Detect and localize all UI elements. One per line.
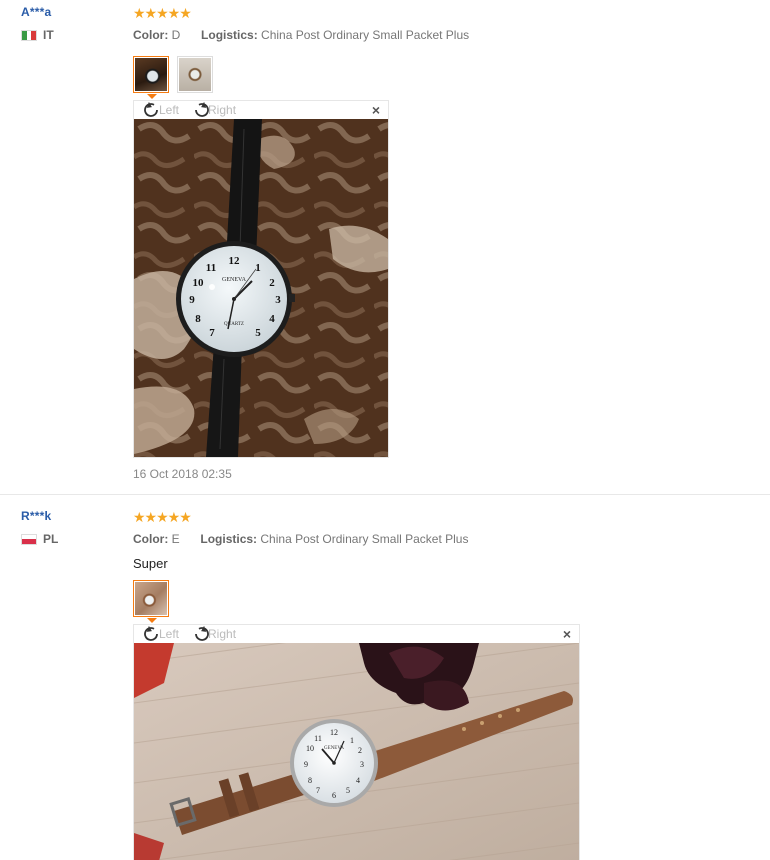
review-item: A***a IT ★★★★★ Color: D Logistics: China…	[0, 0, 770, 494]
svg-text:12: 12	[229, 255, 241, 267]
image-viewer: Left Right ×	[133, 624, 580, 860]
svg-text:11: 11	[206, 262, 216, 274]
flag-italy-icon	[21, 29, 37, 41]
star-rating: ★★★★★	[133, 5, 192, 21]
svg-text:9: 9	[304, 760, 308, 769]
review-thumbnails	[133, 580, 770, 623]
logistics-label: Logistics:	[201, 28, 258, 42]
rotate-left-button[interactable]: Left	[142, 625, 179, 643]
rotate-right-label: Right	[208, 627, 237, 641]
color-value: E	[171, 532, 180, 546]
review-thumbnail[interactable]	[133, 56, 169, 99]
country-code: IT	[43, 28, 54, 42]
flag-poland-icon	[21, 533, 37, 545]
rotate-left-label: Left	[159, 103, 180, 117]
rotate-right-button[interactable]: Right	[191, 625, 236, 643]
svg-text:11: 11	[314, 734, 322, 743]
review-body: ★★★★★ Color: D Logistics: China Post Ord…	[133, 5, 770, 481]
svg-text:2: 2	[358, 746, 362, 755]
svg-text:4: 4	[356, 776, 360, 785]
viewer-toolbar: Left Right ×	[134, 101, 388, 119]
svg-text:7: 7	[209, 327, 215, 339]
order-info: Color: D Logistics: China Post Ordinary …	[133, 28, 770, 42]
color-label: Color:	[133, 28, 169, 42]
svg-text:8: 8	[195, 313, 201, 325]
review-thumbnail[interactable]	[177, 56, 213, 93]
order-info: Color: E Logistics: China Post Ordinary …	[133, 532, 770, 546]
color-value: D	[171, 28, 181, 42]
close-viewer-button[interactable]: ×	[563, 626, 571, 642]
rotate-right-button[interactable]: Right	[191, 101, 236, 119]
svg-text:3: 3	[275, 294, 281, 306]
star-rating: ★★★★★	[133, 509, 192, 525]
viewer-toolbar: Left Right ×	[134, 625, 579, 643]
logistics-label: Logistics:	[200, 532, 258, 546]
svg-text:7: 7	[316, 786, 320, 795]
svg-text:1: 1	[255, 262, 261, 274]
review-text: Super	[133, 556, 168, 571]
reviewer-name[interactable]: A***a	[21, 5, 54, 19]
svg-text:6: 6	[332, 791, 336, 800]
reviewer-info: R***k PL	[21, 509, 58, 546]
reviewer-country: PL	[21, 532, 58, 546]
svg-text:2: 2	[269, 277, 275, 289]
color-label: Color:	[133, 532, 169, 546]
svg-text:1: 1	[350, 736, 354, 745]
svg-text:8: 8	[308, 776, 312, 785]
review-thumbnails	[133, 56, 770, 99]
svg-text:5: 5	[346, 786, 350, 795]
review-photo[interactable]: 12 1 2 3 4 5 7 8 9 10 11 GENEVA QUARTZ	[134, 119, 388, 457]
review-date: 16 Oct 2018 02:35	[133, 467, 232, 481]
close-viewer-button[interactable]: ×	[372, 102, 380, 118]
logistics-value: China Post Ordinary Small Packet Plus	[260, 532, 469, 546]
review-body: ★★★★★ Color: E Logistics: China Post Ord…	[133, 509, 770, 860]
watch-quartz-text: QUARTZ	[224, 322, 244, 327]
svg-text:10: 10	[306, 744, 314, 753]
watch-brand-text: GENEVA	[222, 277, 247, 283]
svg-text:12: 12	[330, 728, 338, 737]
image-viewer: Left Right ×	[133, 100, 389, 458]
reviewer-country: IT	[21, 28, 54, 42]
country-code: PL	[43, 532, 59, 546]
logistics-value: China Post Ordinary Small Packet Plus	[261, 28, 470, 42]
watch-photo-illustration: 12 1 2 3 4 5 7 8 9 10 11 GENEVA QUARTZ	[134, 119, 388, 457]
review-photo[interactable]: 12 3 6 9 1245 7 8 10 11 GENEVA	[134, 643, 579, 860]
rotate-left-button[interactable]: Left	[142, 101, 179, 119]
svg-text:4: 4	[269, 313, 275, 325]
reviewer-name[interactable]: R***k	[21, 509, 58, 523]
rotate-left-label: Left	[159, 627, 180, 641]
svg-text:3: 3	[360, 760, 364, 769]
review-thumbnail[interactable]	[133, 580, 169, 623]
review-item: R***k PL ★★★★★ Color: E Logistics: China…	[0, 494, 770, 860]
reviewer-info: A***a IT	[21, 5, 54, 42]
svg-text:9: 9	[189, 294, 195, 306]
watch-photo-illustration: 12369 1245 781011 GENEVA	[134, 643, 579, 860]
rotate-right-label: Right	[208, 103, 237, 117]
svg-text:5: 5	[255, 327, 261, 339]
svg-text:10: 10	[193, 277, 205, 289]
